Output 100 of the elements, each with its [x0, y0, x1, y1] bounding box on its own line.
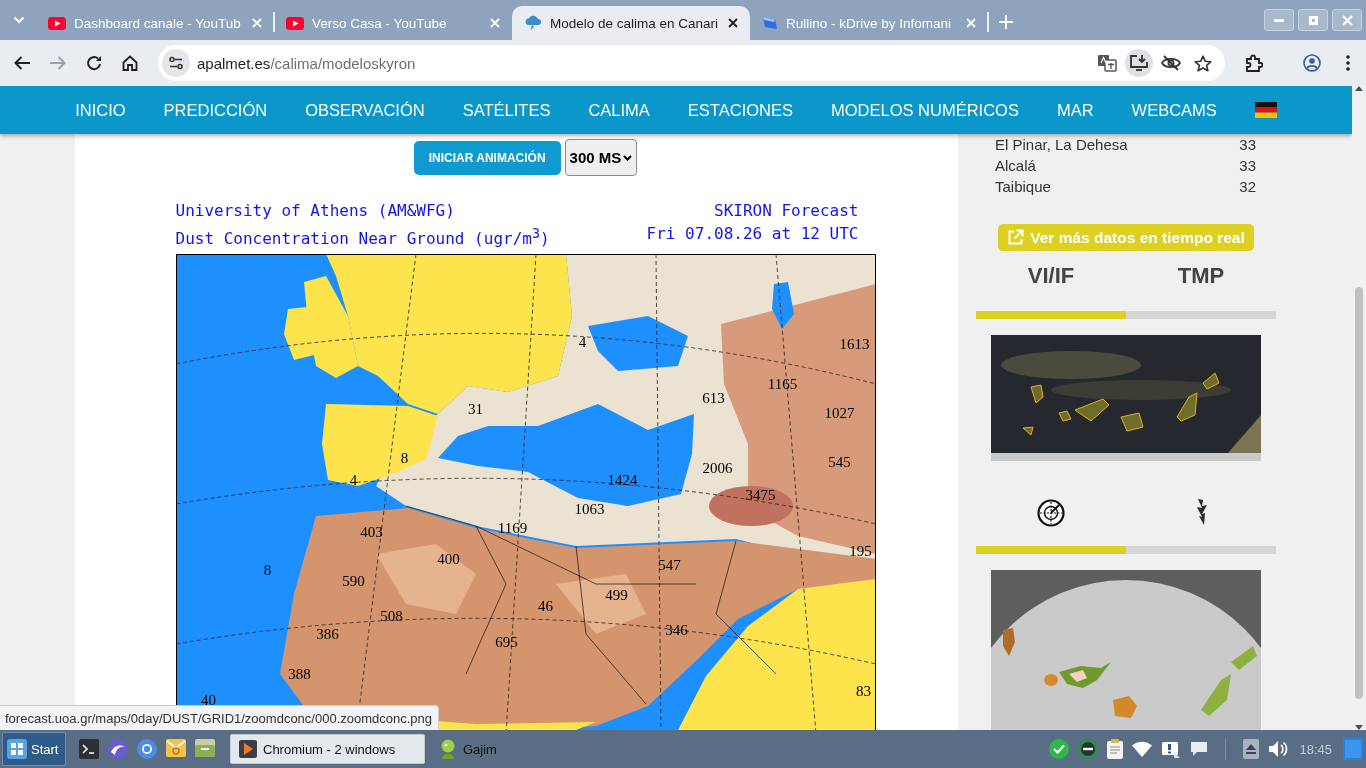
sync-status-button[interactable]: [1049, 739, 1070, 759]
chromium-launcher[interactable]: [137, 739, 157, 759]
browser-tab[interactable]: Dashboard canale - YouTub: [36, 6, 274, 40]
nav-link[interactable]: CALIMA: [588, 100, 650, 120]
nav-link[interactable]: SATÉLITES: [462, 100, 551, 120]
minus-circle-icon: [1078, 739, 1099, 759]
eye-off-icon: [1161, 55, 1181, 71]
concentration-label: 3475: [745, 487, 776, 503]
network-button[interactable]: [1161, 740, 1182, 758]
browser-tab[interactable]: Modelo de calima en Canari: [512, 6, 750, 40]
address-field[interactable]: apalmet.es/calima/modeloskyron: [158, 45, 1225, 81]
install-app-button[interactable]: [1125, 49, 1153, 77]
site-info-icon[interactable]: [162, 49, 190, 77]
concentration-label: 613: [702, 390, 725, 406]
nav-link[interactable]: ESTACIONES: [687, 100, 793, 120]
nav-link[interactable]: MAR: [1056, 100, 1094, 120]
person-icon: [439, 739, 457, 759]
wifi-icon: [1132, 741, 1153, 757]
notifications-button[interactable]: [1190, 741, 1209, 757]
concentration-label: 1027: [824, 405, 855, 421]
mail-launcher[interactable]: [166, 739, 186, 759]
speaker-icon: [1268, 740, 1289, 758]
start-button[interactable]: Start: [2, 732, 66, 766]
concentration-label: 1063: [574, 501, 605, 517]
concentration-label: 346: [665, 622, 688, 638]
desktop-square-icon: [1343, 738, 1363, 760]
nav-link[interactable]: INICIO: [75, 100, 126, 120]
forward-arrow-icon: [50, 56, 66, 70]
removable-media-button[interactable]: [1243, 739, 1260, 759]
volume-button[interactable]: [1268, 740, 1289, 758]
check-circle-icon: [1049, 739, 1070, 759]
nav-link[interactable]: MODELOS NUMÉRICOS: [831, 100, 1019, 120]
concentration-label: 31: [468, 401, 483, 417]
play-button-icon: [48, 16, 66, 30]
concentration-label: 8: [263, 562, 272, 578]
sidebar-icon-tab[interactable]: [976, 499, 1126, 554]
cloud-icon: [524, 15, 542, 31]
station-name: El Pinar, La Dehesa: [995, 135, 1128, 155]
map-header-text: SKIRON Forecast: [713, 200, 859, 222]
sidebar-tab[interactable]: TMP: [1126, 263, 1276, 319]
nav-link[interactable]: OBSERVACIÓN: [305, 100, 425, 120]
concentration-label: 83: [856, 683, 871, 699]
maximize-icon: [1308, 15, 1318, 25]
puzzle-piece-icon: [1245, 54, 1263, 72]
envelope-icon: [166, 739, 186, 757]
new-tab-button[interactable]: [998, 14, 1014, 30]
back-arrow-icon: [14, 56, 30, 70]
concentration-label: 1613: [839, 336, 870, 352]
concentration-label: 2006: [702, 460, 733, 476]
concentration-label: 695: [495, 634, 518, 650]
taskbar-task[interactable]: Chromium - 2 windows: [230, 734, 425, 764]
flag-icon[interactable]: [1254, 102, 1277, 118]
nav-link[interactable]: PREDICCIÓN: [163, 100, 268, 120]
status-button[interactable]: [1078, 739, 1099, 759]
more-vertical-icon: [1346, 55, 1350, 71]
sidebar-tab[interactable]: VI/IF: [976, 263, 1126, 319]
wifi-button[interactable]: [1132, 741, 1153, 757]
start-menu-icon: [7, 739, 27, 759]
link-status-bubble: forecast.uoa.gr/maps/0day/DUST/GRID1/zoomdconc/000.zoomdconc.png: [0, 705, 440, 730]
chat-bubble-icon: [1190, 741, 1209, 757]
concentration-label: 1169: [497, 520, 528, 536]
close-icon[interactable]: [728, 18, 738, 28]
browser-launcher[interactable]: [108, 739, 128, 759]
concentration-label: 547: [658, 557, 681, 573]
concentration-label: 400: [437, 551, 460, 567]
speed-select[interactable]: 300 MS: [564, 139, 638, 176]
concentration-label: 403: [360, 524, 383, 540]
files-launcher[interactable]: [195, 739, 215, 759]
home-icon: [122, 55, 138, 71]
station-name: Alcalá: [995, 156, 1036, 176]
translate-icon: [1097, 54, 1117, 72]
clipboard-button[interactable]: [1107, 739, 1124, 759]
concentration-label: 8: [400, 450, 409, 466]
scrollbar-thumb[interactable]: [1355, 287, 1363, 699]
scrollbar[interactable]: [1352, 86, 1366, 730]
monitor-download-icon: [1125, 49, 1153, 77]
clipboard-icon: [1107, 739, 1124, 759]
concentration-label: 590: [342, 573, 365, 589]
nav-link[interactable]: WEBCAMS: [1131, 100, 1217, 120]
taskbar-task[interactable]: Gajim: [431, 734, 505, 764]
terminal-launcher[interactable]: [79, 739, 99, 759]
chevron-down-icon: [623, 154, 633, 161]
station-value: 33: [1239, 135, 1256, 155]
map-header-text: Dust Concentration Near Ground (ugr/m$^{3}$): [175, 225, 550, 251]
drawer-icon: [195, 739, 215, 757]
start-animation-button[interactable]: INICIAR ANIMACIÓN: [413, 140, 561, 175]
browser-tab[interactable]: Rullino - kDrive by Infomani: [750, 6, 988, 40]
star-icon: [1194, 54, 1212, 72]
concentration-label: 46: [538, 598, 553, 614]
concentration-label: 386: [316, 626, 339, 642]
station-name: Taibique: [995, 177, 1051, 197]
minimize-icon: [1274, 18, 1284, 22]
station-value: 33: [1239, 156, 1256, 176]
ring-icon: [137, 739, 157, 759]
map-header-text: Fri 07.08.26 at 12 UTC: [646, 223, 859, 245]
browser-tab[interactable]: Verso Casa - YouTube: [274, 6, 512, 40]
map-header-text: University of Athens (AM&WFG): [175, 200, 456, 222]
concentration-label: 388: [288, 666, 311, 682]
terminal-icon: [79, 739, 99, 759]
close-icon: [1341, 14, 1353, 26]
